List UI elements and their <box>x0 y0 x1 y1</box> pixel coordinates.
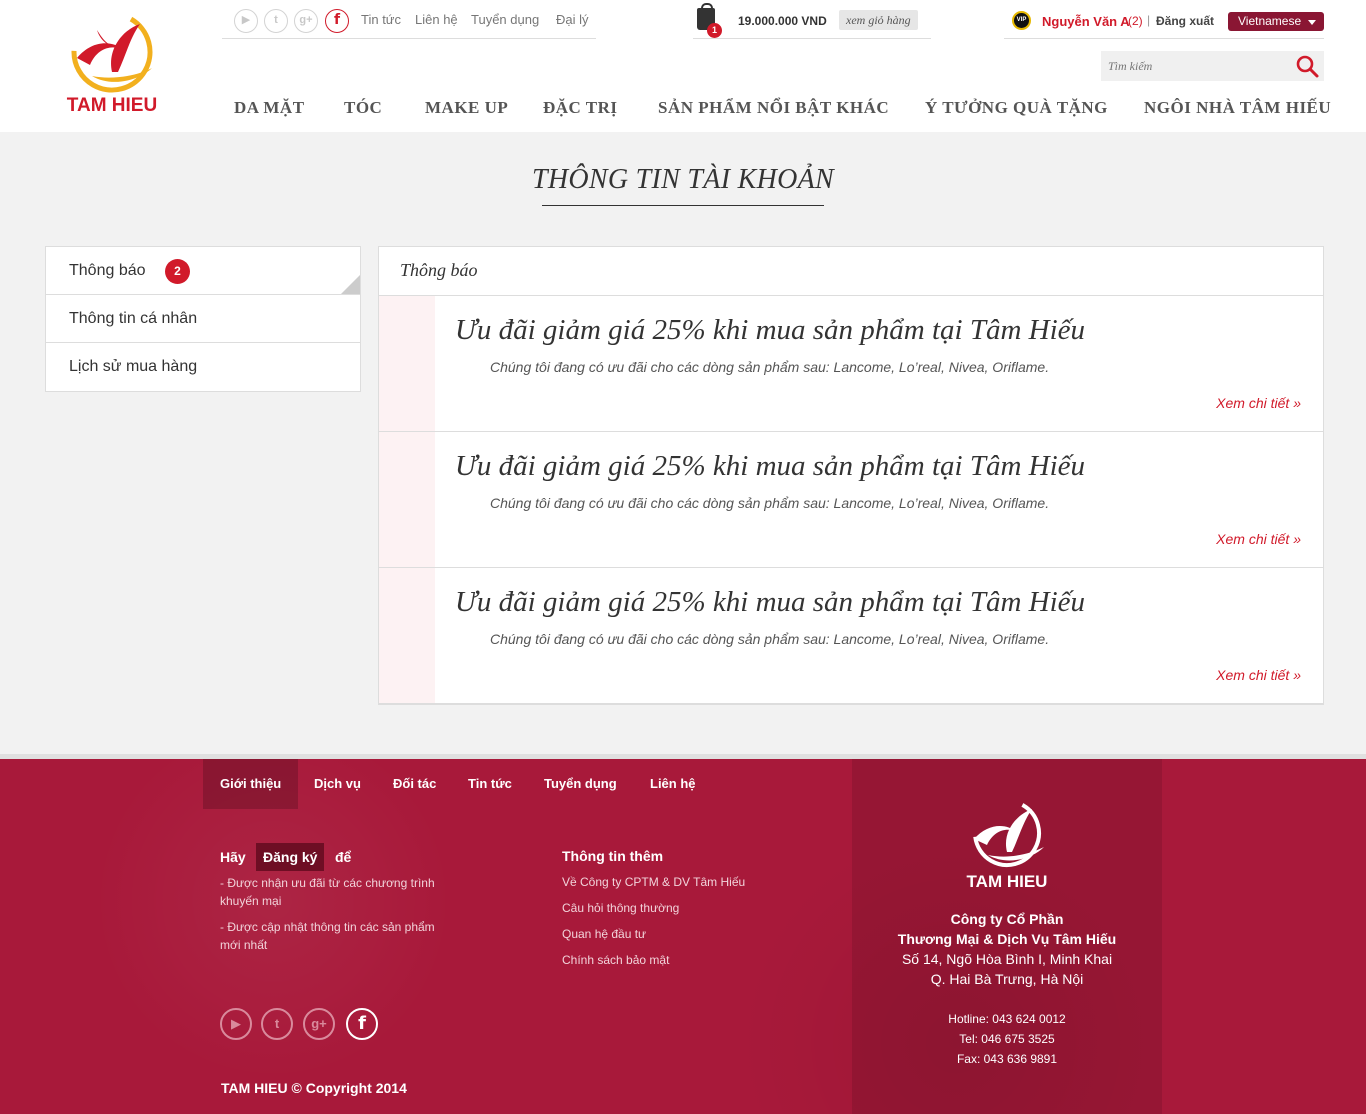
nav-item-makeup[interactable]: MAKE UP <box>425 98 508 118</box>
logo-emblem-icon <box>71 11 153 93</box>
nav-item-face[interactable]: DA MẶT <box>234 98 305 118</box>
more-info-title: Thông tin thêm <box>562 848 664 864</box>
company-address-line2: Q. Hai Bà Trưng, Hà Nội <box>930 971 1084 987</box>
page-title: THÔNG TIN TÀI KHOẢN <box>531 164 835 195</box>
google-plus-icon[interactable]: g+ <box>303 1008 335 1040</box>
footer-logo-emblem-icon <box>973 799 1044 867</box>
notification-strip <box>379 432 435 567</box>
view-cart-button[interactable]: xem giỏ hàng <box>839 10 918 30</box>
nav-item-hair[interactable]: TÓC <box>344 98 382 118</box>
account-sidebar: Thông báo 2 Thông tin cá nhân Lịch sử mu… <box>45 246 361 392</box>
company-tel: Tel: 046 675 3525 <box>959 1032 1055 1046</box>
search-input[interactable] <box>1101 51 1291 81</box>
sidebar-item-label: Thông báo <box>69 262 146 279</box>
footer-nav-contact[interactable]: Liên hệ <box>650 759 696 809</box>
facebook-icon[interactable]: f <box>325 9 349 33</box>
company-name-line1: Công ty Cổ Phần <box>950 911 1064 927</box>
title-underline <box>542 205 824 206</box>
footer-logo: TAM HIEU <box>952 797 1062 892</box>
info-link-faq[interactable]: Câu hỏi thông thường <box>562 901 679 915</box>
copyright-text: TAM HIEU © Copyright 2014 <box>221 1080 407 1096</box>
sidebar-item-label: Thông tin cá nhân <box>69 310 198 327</box>
company-hotline: Hotline: 043 624 0012 <box>948 1012 1066 1026</box>
footer-nav-careers[interactable]: Tuyển dụng <box>544 759 617 809</box>
notification-item: Ưu đãi giảm giá 25% khi mua sản phẩm tại… <box>379 568 1323 704</box>
site-logo[interactable]: TAM HIEU <box>52 10 172 120</box>
footer-nav-partners[interactable]: Đối tác <box>393 759 436 809</box>
notification-description: Chúng tôi đang có ưu đãi cho các dòng sả… <box>490 495 1050 511</box>
company-fax: Fax: 043 636 9891 <box>956 1052 1058 1066</box>
user-notification-count: (2) <box>1128 14 1143 28</box>
register-benefit: - Được cập nhật thông tin các sản phẩm m… <box>220 920 435 952</box>
search-button[interactable] <box>1291 51 1324 81</box>
notification-description: Chúng tôi đang có ưu đãi cho các dòng sả… <box>490 631 1050 647</box>
info-link-about-company[interactable]: Về Công ty CPTM & DV Tâm Hiếu <box>562 875 745 889</box>
notification-title[interactable]: Ưu đãi giảm giá 25% khi mua sản phẩm tại… <box>455 586 1085 619</box>
register-benefit: - Được nhận ưu đãi từ các chương trình k… <box>220 876 435 908</box>
user-separator: | <box>1147 13 1151 27</box>
notification-strip <box>379 568 435 703</box>
info-link-privacy-policy[interactable]: Chính sách bảo mật <box>562 953 669 967</box>
notification-title[interactable]: Ưu đãi giảm giá 25% khi mua sản phẩm tại… <box>455 314 1085 347</box>
notification-description: Chúng tôi đang có ưu đãi cho các dòng sả… <box>490 359 1050 375</box>
facebook-icon[interactable]: f <box>346 1008 378 1040</box>
logout-link[interactable]: Đăng xuất <box>1156 14 1214 28</box>
notification-item: Ưu đãi giảm giá 25% khi mua sản phẩm tại… <box>379 296 1323 432</box>
top-link-careers[interactable]: Tuyển dụng <box>471 12 539 27</box>
register-text-after: để <box>335 849 352 865</box>
nav-item-gift-ideas[interactable]: Ý TƯỞNG QUÀ TẶNG <box>925 98 1108 118</box>
vip-badge-icon: VIP <box>1012 11 1031 30</box>
site-header: TAM HIEU ▶ t g+ f Tin tức Liên hệ Tuyển … <box>0 0 1366 132</box>
panel-heading: Thông báo <box>379 247 1323 296</box>
notification-count-badge: 2 <box>165 259 190 284</box>
sidebar-item-notifications[interactable]: Thông báo 2 <box>46 247 360 295</box>
nav-item-featured[interactable]: SẢN PHẨM NỔI BẬT KHÁC <box>658 98 889 118</box>
search-box <box>1101 51 1324 81</box>
sidebar-item-label: Lịch sử mua hàng <box>69 358 198 375</box>
view-details-link[interactable]: Xem chi tiết » <box>1216 395 1301 411</box>
google-plus-icon[interactable]: g+ <box>294 9 318 33</box>
view-details-link[interactable]: Xem chi tiết » <box>1216 667 1301 683</box>
top-links-bar: ▶ t g+ f Tin tức Liên hệ Tuyển dụng Đại … <box>222 6 596 39</box>
sidebar-item-personal-info[interactable]: Thông tin cá nhân <box>46 295 360 343</box>
cart-summary: 1 19.000.000 VND xem giỏ hàng <box>693 3 931 39</box>
nav-item-about-house[interactable]: NGÔI NHÀ TÂM HIẾU <box>1144 98 1331 118</box>
footer-logo-text: TAM HIEU <box>966 872 1048 891</box>
info-link-investor-relations[interactable]: Quan hệ đầu tư <box>562 927 646 941</box>
logo-text: TAM HIEU <box>66 95 158 116</box>
top-link-contact[interactable]: Liên hệ <box>415 12 458 27</box>
cart-count-badge: 1 <box>707 23 722 38</box>
main-nav: DA MẶT TÓC MAKE UP ĐẶC TRỊ SẢN PHẨM NỔI … <box>234 98 1331 122</box>
language-select[interactable]: Vietnamese <box>1228 12 1324 31</box>
company-name-line2: Thương Mại & Dịch Vụ Tâm Hiếu <box>897 931 1117 947</box>
register-text-before: Hãy <box>220 849 246 865</box>
site-footer: Giới thiệu Dịch vụ Đối tác Tin tức Tuyển… <box>0 754 1366 1114</box>
notification-strip <box>379 296 435 431</box>
nav-item-treatment[interactable]: ĐẶC TRỊ <box>543 98 618 118</box>
sidebar-item-order-history[interactable]: Lịch sử mua hàng <box>46 343 360 391</box>
top-link-news[interactable]: Tin tức <box>361 12 401 27</box>
company-address-line1: Số 14, Ngõ Hòa Bình I, Minh Khai <box>901 951 1113 967</box>
top-link-agents[interactable]: Đại lý <box>556 12 589 27</box>
notifications-panel: Thông báo Ưu đãi giảm giá 25% khi mua sả… <box>378 246 1324 705</box>
footer-nav-news[interactable]: Tin tức <box>468 759 512 809</box>
youtube-icon[interactable]: ▶ <box>234 9 258 33</box>
cart-total: 19.000.000 VND <box>738 14 827 28</box>
twitter-icon[interactable]: t <box>264 9 288 33</box>
twitter-icon[interactable]: t <box>261 1008 293 1040</box>
view-details-link[interactable]: Xem chi tiết » <box>1216 531 1301 547</box>
footer-nav-services[interactable]: Dịch vụ <box>314 759 361 809</box>
register-button[interactable]: Đăng ký <box>256 843 325 871</box>
user-bar: VIP Nguyễn Văn A (2) | Đăng xuất Vietnam… <box>1004 6 1324 39</box>
user-name-link[interactable]: Nguyễn Văn A <box>1042 14 1130 29</box>
youtube-icon[interactable]: ▶ <box>220 1008 252 1040</box>
footer-nav-about[interactable]: Giới thiệu <box>203 759 299 809</box>
notification-title[interactable]: Ưu đãi giảm giá 25% khi mua sản phẩm tại… <box>455 450 1085 483</box>
search-icon <box>1296 55 1319 78</box>
notification-item: Ưu đãi giảm giá 25% khi mua sản phẩm tại… <box>379 432 1323 568</box>
